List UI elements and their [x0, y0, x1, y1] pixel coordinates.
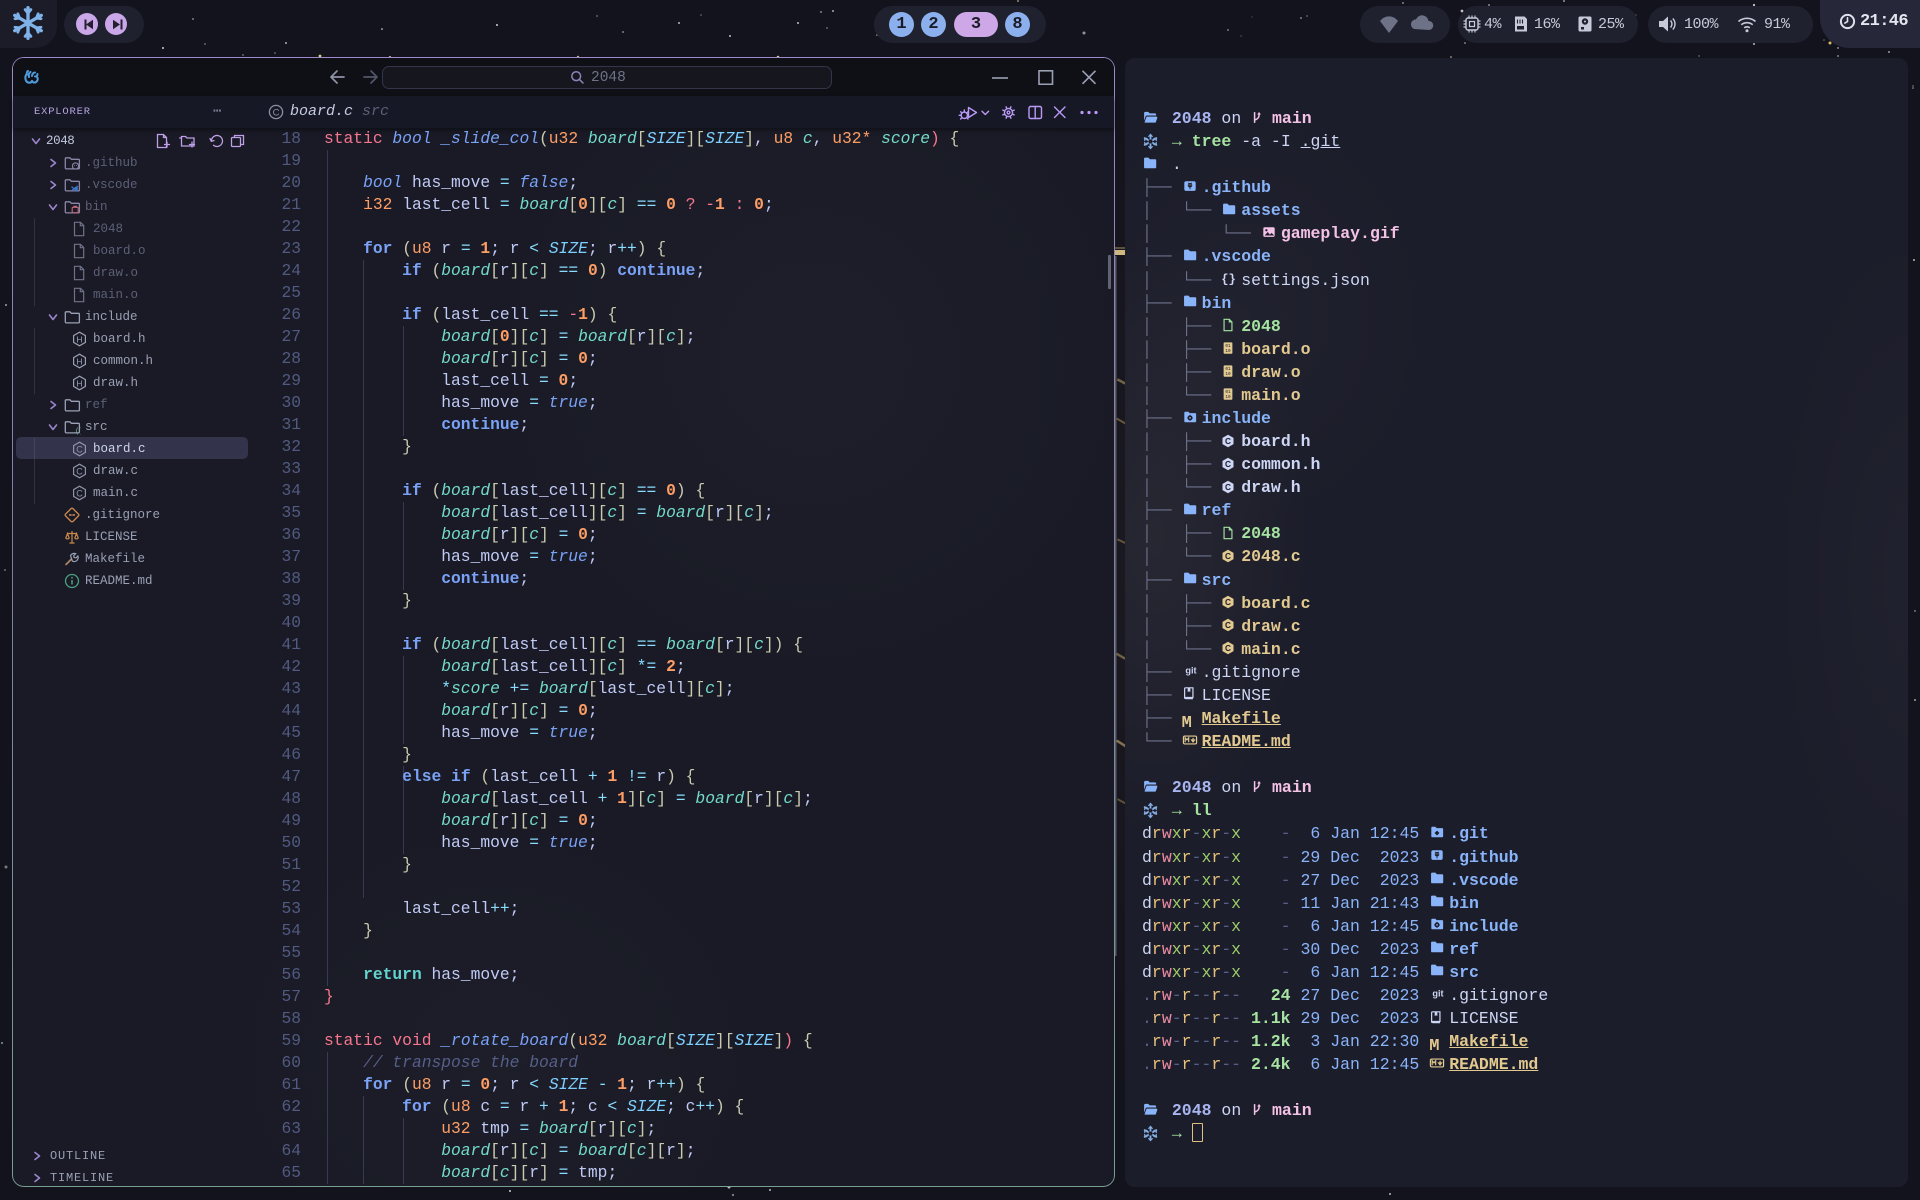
- svg-text:H: H: [76, 334, 82, 344]
- svg-text:C: C: [76, 466, 83, 476]
- svg-text:C: C: [76, 488, 83, 498]
- svg-text:H: H: [76, 378, 82, 388]
- svg-text:(): (): [75, 428, 81, 435]
- svg-text:C: C: [273, 108, 280, 119]
- svg-text:H: H: [76, 356, 82, 366]
- svg-text:C: C: [76, 444, 83, 454]
